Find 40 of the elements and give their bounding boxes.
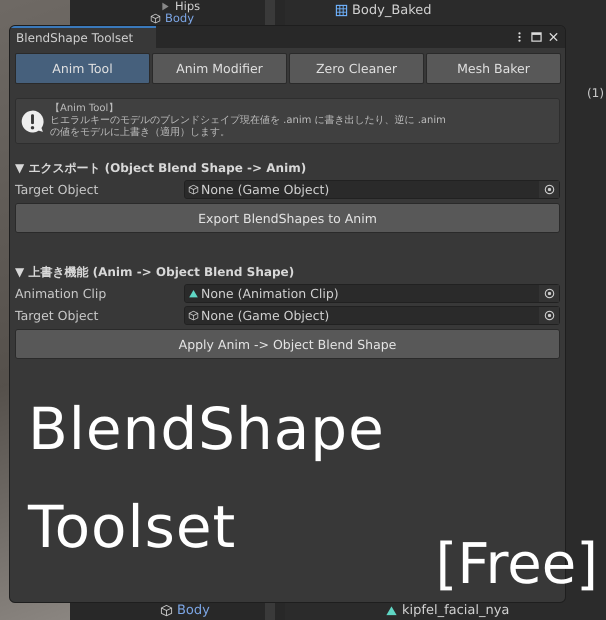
help-text: ヒエラルキーのモデルのブレンドシェイプ現在値を .anim に書き出したり、逆に .anim の値をモデルに上書き（適用）します。 (50, 115, 446, 139)
promo-title: BlendShape (28, 394, 385, 465)
tab[interactable]: Anim Tool (15, 53, 150, 84)
window-tab[interactable]: BlendShape Toolset (10, 26, 156, 48)
cube-icon (188, 184, 199, 194)
object-field[interactable]: None (Game Object) (184, 306, 560, 324)
cube-icon (188, 310, 199, 320)
cube-icon (150, 12, 161, 24)
action-button[interactable]: Apply Anim -> Object Blend Shape (15, 329, 560, 359)
tree-item[interactable]: Hips (175, 0, 200, 12)
field-label: Target Object (15, 182, 100, 196)
maximize-icon[interactable] (531, 31, 542, 43)
tree-item[interactable]: Body (165, 12, 194, 24)
section-header[interactable]: ▼ 上書き機能 (Anim -> Object Blend Shape) (15, 264, 560, 282)
triangle-icon (385, 604, 398, 617)
tab[interactable]: Anim Modifier (152, 53, 287, 84)
tab[interactable]: Zero Cleaner (289, 53, 424, 84)
action-button[interactable]: Export BlendShapes to Anim (15, 203, 560, 233)
item-count: (1) (587, 86, 604, 100)
target-icon[interactable] (544, 310, 554, 320)
close-icon[interactable] (548, 31, 559, 43)
target-icon[interactable] (544, 288, 554, 298)
warning-icon (20, 108, 45, 134)
cube-icon (160, 604, 173, 617)
object-field[interactable]: None (Game Object) (184, 180, 560, 198)
field-label: Target Object (15, 308, 100, 322)
grid-icon (335, 4, 348, 17)
triangle-icon (188, 288, 199, 298)
promo-title: Toolset (28, 492, 236, 563)
field-label: Animation Clip (15, 286, 108, 300)
tree-item[interactable]: kipfel_facial_nya (402, 603, 510, 618)
section-header[interactable]: ▼ エクスポート (Object Blend Shape -> Anim) (15, 160, 560, 178)
promo-label: [Free] (435, 531, 598, 599)
triangle-icon (160, 0, 171, 12)
target-icon[interactable] (544, 184, 554, 194)
tree-item[interactable]: Body (177, 603, 210, 618)
tree-item[interactable]: Body_Baked (352, 3, 432, 18)
tab[interactable]: Mesh Baker (426, 53, 561, 84)
help-title: 【Anim Tool】 (50, 103, 120, 115)
object-field[interactable]: None (Animation Clip) (184, 284, 560, 302)
